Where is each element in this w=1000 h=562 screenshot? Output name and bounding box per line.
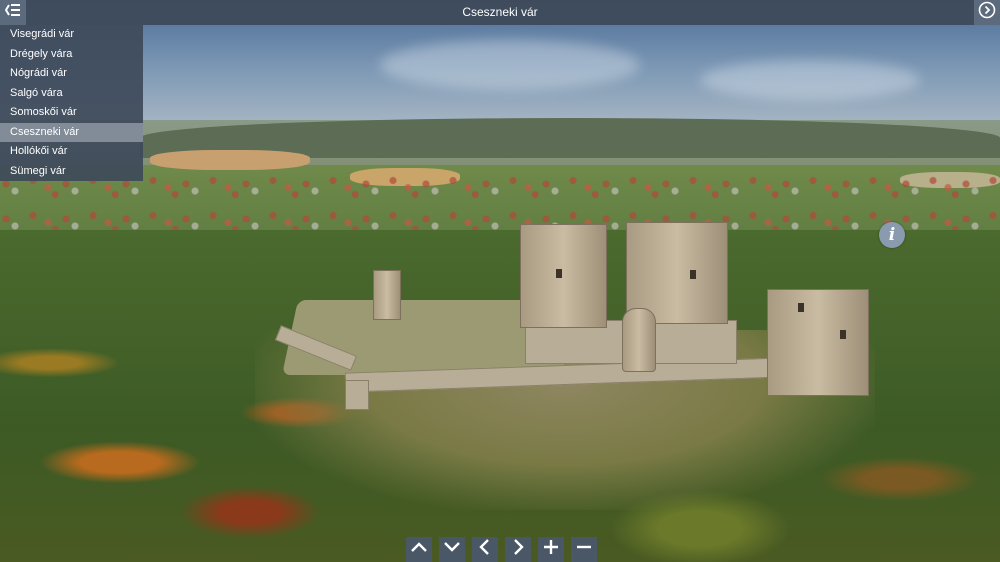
- chevron-left-icon: [478, 538, 492, 561]
- chevron-up-icon: [410, 540, 428, 559]
- sidebar-item-somoskoi[interactable]: Somoskői vár: [0, 103, 143, 123]
- sidebar-item-nogradi[interactable]: Nógrádi vár: [0, 64, 143, 84]
- castle-list-menu: Visegrádi vár Drégely vára Nógrádi vár S…: [0, 25, 143, 181]
- pan-left-button[interactable]: [472, 537, 498, 562]
- window: [690, 270, 696, 279]
- sidebar-item-dregely[interactable]: Drégely vára: [0, 45, 143, 65]
- window: [798, 303, 804, 312]
- pan-down-button[interactable]: [439, 537, 465, 562]
- window: [556, 269, 562, 278]
- menu-toggle-button[interactable]: [0, 0, 26, 25]
- castle-gate-tower: [767, 289, 869, 396]
- chevron-down-icon: [443, 540, 461, 559]
- chevron-right-icon: [511, 538, 525, 561]
- zoom-out-button[interactable]: [571, 537, 597, 562]
- field: [150, 150, 310, 170]
- sidebar-item-hollokoi[interactable]: Hollókői vár: [0, 142, 143, 162]
- info-icon: i: [888, 225, 896, 245]
- zoom-in-plus-icon: [542, 538, 560, 561]
- info-button[interactable]: i: [879, 222, 905, 248]
- zoom-out-minus-icon: [575, 538, 593, 561]
- play-circle-icon: [978, 1, 996, 24]
- pan-right-button[interactable]: [505, 537, 531, 562]
- sidebar-item-salgo[interactable]: Salgó vára: [0, 84, 143, 104]
- castle-keep: [520, 224, 607, 328]
- cloud: [700, 60, 920, 100]
- sidebar-item-visegradi[interactable]: Visegrádi vár: [0, 25, 143, 45]
- page-title: Cseszneki vár: [462, 5, 538, 19]
- autoplay-button[interactable]: [974, 0, 1000, 25]
- window: [840, 330, 846, 339]
- zoom-in-button[interactable]: [538, 537, 564, 562]
- castle-round-tower: [622, 308, 656, 372]
- menu-collapse-icon: [4, 3, 21, 22]
- castle-outer-wall: [345, 380, 369, 410]
- ruined-tower: [373, 270, 401, 320]
- panorama-view[interactable]: [0, 0, 1000, 562]
- cloud: [380, 40, 640, 90]
- pan-up-button[interactable]: [406, 537, 432, 562]
- sidebar-item-sumegi[interactable]: Sümegi vár: [0, 162, 143, 182]
- navigation-controls: [406, 537, 597, 562]
- sidebar-item-cseszneki[interactable]: Cseszneki vár: [0, 122, 143, 142]
